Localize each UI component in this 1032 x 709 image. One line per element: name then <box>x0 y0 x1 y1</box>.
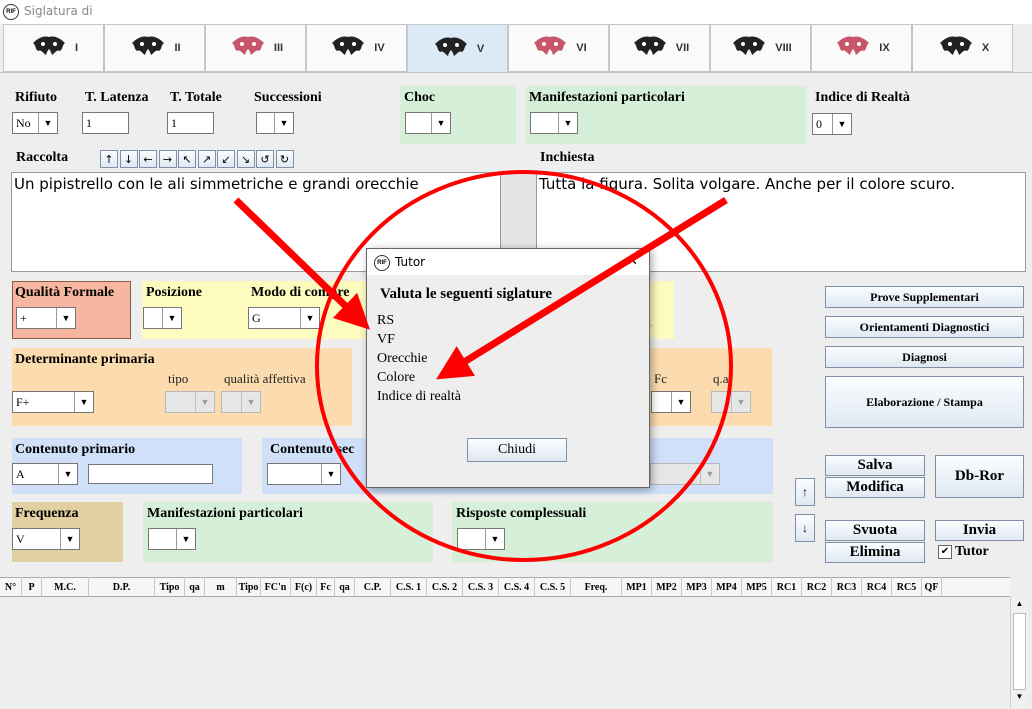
annotation-circle <box>315 170 733 562</box>
annotation-arrow <box>436 197 728 380</box>
annotation-arrow <box>233 197 371 330</box>
annotation-overlay <box>233 170 733 562</box>
